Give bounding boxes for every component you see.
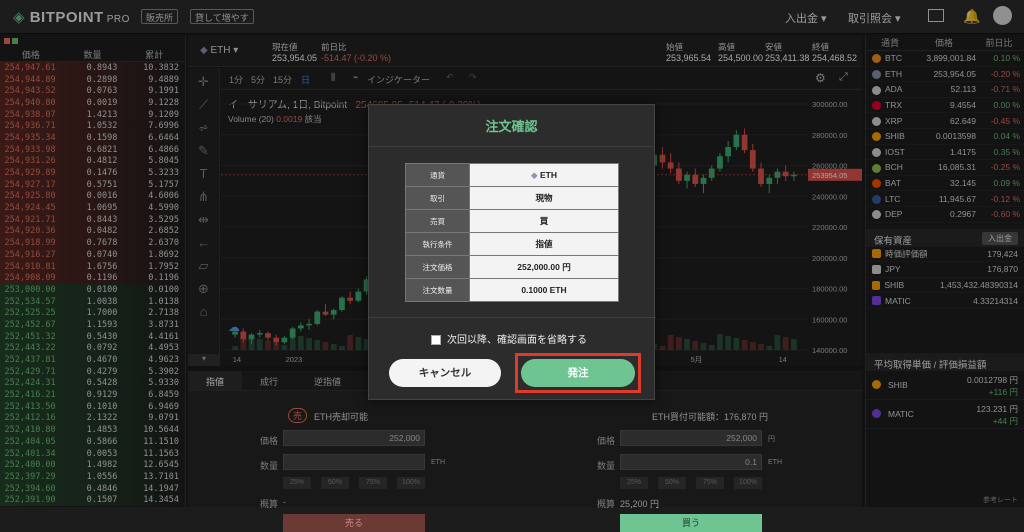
buy-button[interactable]: 買う <box>620 514 762 532</box>
row-price: 注文価格 252,000.00 円 <box>405 255 619 279</box>
order-confirm-dialog: 注文確認 通貨 ◆ ETH 取引 現物 売買買 執行条件 指値 注文価格 252,000… <box>368 104 656 400</box>
submit-order-button[interactable]: 発注 <box>521 359 635 387</box>
eth-icon: ◆ <box>531 169 538 180</box>
row-side: 売買買 <box>405 209 619 233</box>
sell-button[interactable]: 売る <box>283 514 425 532</box>
dialog-title: 注文確認 <box>369 105 654 147</box>
cancel-button[interactable]: キャンセル <box>389 359 501 387</box>
row-condition: 執行条件 指値 <box>405 232 619 256</box>
row-currency: 通貨 ◆ ETH <box>405 163 619 187</box>
skip-confirm-checkbox[interactable]: 次回以降、確認画面を省略する <box>431 331 587 346</box>
row-trade: 取引 現物 <box>405 186 619 210</box>
order-summary-table: 通貨 ◆ ETH 取引 現物 売買買 執行条件 指値 注文価格 252,000.00 円… <box>405 163 619 302</box>
row-quantity: 注文数量 0.1000 ETH <box>405 278 619 302</box>
